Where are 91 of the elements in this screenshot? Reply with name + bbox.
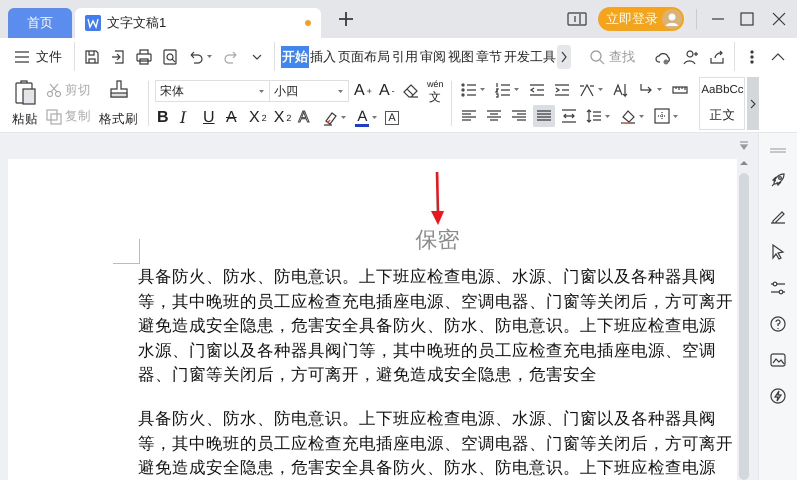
body-text-line: 等，其中晚班的员工应检查充电插座电源、空调电器、门窗等关闭后，方可离开 [138, 290, 734, 313]
align-distributed-icon [561, 108, 578, 124]
caret-icon [258, 88, 265, 94]
indent-icon [554, 82, 570, 98]
rocket-icon [770, 172, 786, 188]
printer-icon [136, 48, 152, 64]
align-justify-button[interactable] [533, 105, 556, 128]
search-icon [589, 48, 605, 64]
scroll-top-icon [739, 141, 749, 151]
ribbon-tab[interactable]: 开发工具 [503, 46, 557, 68]
format-painter-button[interactable]: 格式刷 [95, 77, 142, 130]
body-text-line: 具备防火、防水、防电意识。上下班应检查电源、水源、门窗以及各种器具阀 [138, 408, 717, 430]
bold-button[interactable]: B [155, 108, 175, 126]
caret-icon [479, 86, 486, 94]
arrow-down-icon [430, 171, 445, 227]
caret-icon [371, 114, 378, 121]
eraser-icon [402, 83, 419, 99]
ribbon-tab[interactable]: 视图 [447, 46, 475, 68]
phonetic-guide-button[interactable]: wén 文 [424, 80, 446, 102]
handle-icon [769, 147, 787, 154]
body-text-line: 避免造成安全隐患，危害安全具备防火、防水、防电意识。上下班应检查电源 [138, 457, 717, 480]
outdent-icon [529, 82, 546, 98]
save-icon [84, 48, 100, 64]
file-menu-button[interactable]: 文件 [8, 46, 68, 68]
close-icon [770, 11, 788, 27]
maximize-icon [738, 11, 756, 27]
highlighter-icon [322, 110, 338, 126]
body-text-line: 避免造成安全隐患，危害安全具备防火、防水、防电意识。上下班应检查电源 [138, 315, 717, 338]
paint-bucket-icon [620, 108, 636, 124]
ribbon-tab[interactable]: 审阅 [419, 46, 447, 68]
font-size-dropdown[interactable]: 小四 [269, 80, 349, 102]
ribbon-tab[interactable]: 引用 [391, 46, 419, 68]
sliders-icon [770, 280, 786, 296]
screen-icon [567, 11, 587, 27]
preview-icon [162, 48, 178, 64]
ribbon-tab[interactable]: 章节 [475, 46, 503, 68]
outline-button[interactable]: A [296, 108, 316, 126]
ribbon-tab[interactable]: 页面布局 [337, 46, 391, 68]
avatar-icon [662, 9, 682, 29]
clipboard-icon [13, 79, 37, 105]
style-preview[interactable]: AaBbCc 正文 [699, 77, 746, 130]
scissors-icon [46, 82, 62, 98]
paste-button[interactable]: 粘贴 [8, 77, 42, 130]
margin-corner-mark [113, 239, 140, 264]
ribbon-tab[interactable]: 开始 [281, 46, 309, 68]
add-user-icon [683, 48, 699, 64]
share-icon [709, 48, 725, 64]
caret-icon [513, 86, 520, 94]
strike-button[interactable]: A [224, 108, 244, 126]
cursor-icon [770, 244, 786, 260]
caret-icon [672, 112, 680, 120]
document-tab[interactable]: 文字文稿1 [75, 8, 321, 38]
more-tabs-button[interactable] [557, 44, 571, 68]
caret-icon [337, 88, 344, 94]
caret-icon [340, 114, 348, 121]
caret-icon [638, 112, 646, 120]
caret-icon [604, 112, 612, 120]
underline-button[interactable]: U [201, 108, 221, 126]
image-icon [770, 352, 786, 368]
text-direction-icon [579, 82, 596, 98]
border-icon [654, 108, 670, 124]
scroll-up-icon [739, 159, 749, 167]
sort-icon [613, 82, 630, 98]
plus-icon [338, 11, 354, 27]
caret-icon [656, 86, 664, 94]
help-icon [770, 316, 786, 332]
document-icon [85, 15, 101, 31]
caret-icon [206, 53, 213, 60]
minimize-button[interactable] [709, 16, 727, 22]
menu-icon [14, 48, 30, 64]
font-color-button[interactable]: A [353, 108, 380, 126]
line-spacing-icon [586, 108, 602, 124]
numbered-list-icon [495, 82, 512, 98]
caret-icon [597, 86, 604, 94]
copy-icon [46, 108, 62, 125]
minimize-icon [712, 18, 724, 20]
ribbon-tab[interactable]: 插入 [309, 46, 337, 68]
redo-icon [223, 48, 239, 64]
scrollbar-thumb[interactable] [739, 173, 749, 480]
bullet-list-icon [461, 82, 478, 98]
export-icon [110, 48, 126, 64]
body-text-line: 器、门窗等关闭后，方可离开，避免造成安全隐患，危害安全 [138, 364, 598, 386]
body-text-line: 等，其中晚班的员工应检查充电插座电源、空调电器、门窗等关闭后，方可离开 [138, 432, 734, 455]
body-text-line: 水源、门窗以及各种器具阀门等，其中晚班的员工应检查充电插座电源、空调 [138, 340, 717, 362]
document-title: 保密 [416, 227, 460, 255]
body-text-line: 具备防火、防水、防电意识。上下班应检查电源、水源、门窗以及各种器具阀 [138, 266, 717, 288]
undo-icon [188, 48, 204, 64]
font-family-dropdown[interactable]: 宋体 [155, 80, 270, 102]
italic-button[interactable]: I [178, 108, 198, 127]
lightning-icon [770, 388, 786, 404]
chevron-right-icon [749, 96, 758, 110]
